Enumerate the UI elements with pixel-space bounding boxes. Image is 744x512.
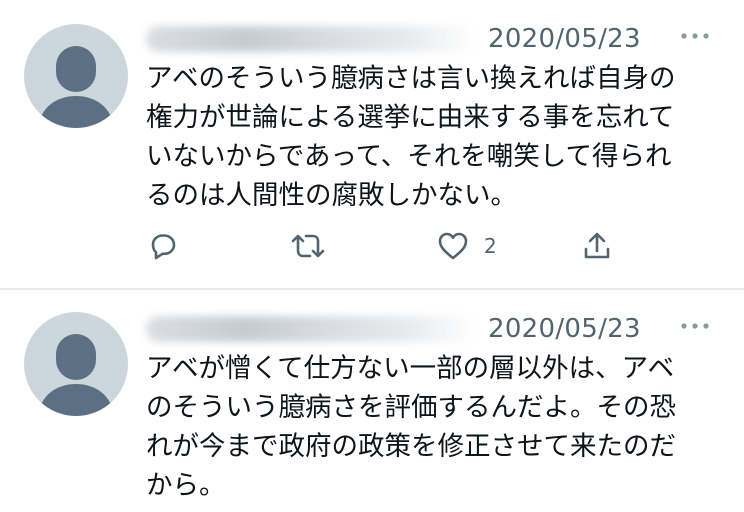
tweet-text: アベのそういう臆病さは言い換えれば自身の 権力が世論による選挙に由来する事を忘れ… (146, 63, 676, 211)
share-button[interactable] (580, 226, 614, 266)
blurred-username[interactable] (146, 26, 476, 52)
tweet-date[interactable]: 2020/05/23 (488, 312, 641, 346)
tweet[interactable]: 2020/05/23 アベのそういう臆病さは言い換えれば自身の 権力が世論による… (0, 0, 744, 288)
default-avatar-icon[interactable] (24, 24, 128, 128)
tweet-text: アベが憎くて仕方ない一部の層以外は、アベ のそういう臆病さを評価するんだよ。その… (146, 353, 676, 501)
avatar-silhouette (38, 334, 114, 416)
tweet[interactable]: 2020/05/23 アベが憎くて仕方ない一部の層以外は、アベ のそういう臆病さ… (0, 290, 744, 512)
avatar-silhouette (38, 46, 114, 128)
tweet-date[interactable]: 2020/05/23 (488, 22, 641, 56)
share-icon (584, 232, 610, 259)
retweet-icon (291, 234, 325, 258)
reply-button[interactable] (146, 226, 180, 266)
heart-icon (438, 232, 468, 260)
tweet-actions: 2 (146, 226, 626, 266)
like-count: 2 (484, 234, 497, 258)
reply-icon (151, 234, 176, 260)
blurred-username[interactable] (146, 316, 476, 342)
like-button[interactable]: 2 (436, 226, 497, 266)
more-horizontal-icon[interactable] (680, 30, 710, 42)
retweet-button[interactable] (288, 226, 328, 266)
default-avatar-icon[interactable] (24, 312, 128, 416)
more-horizontal-icon[interactable] (680, 320, 710, 332)
